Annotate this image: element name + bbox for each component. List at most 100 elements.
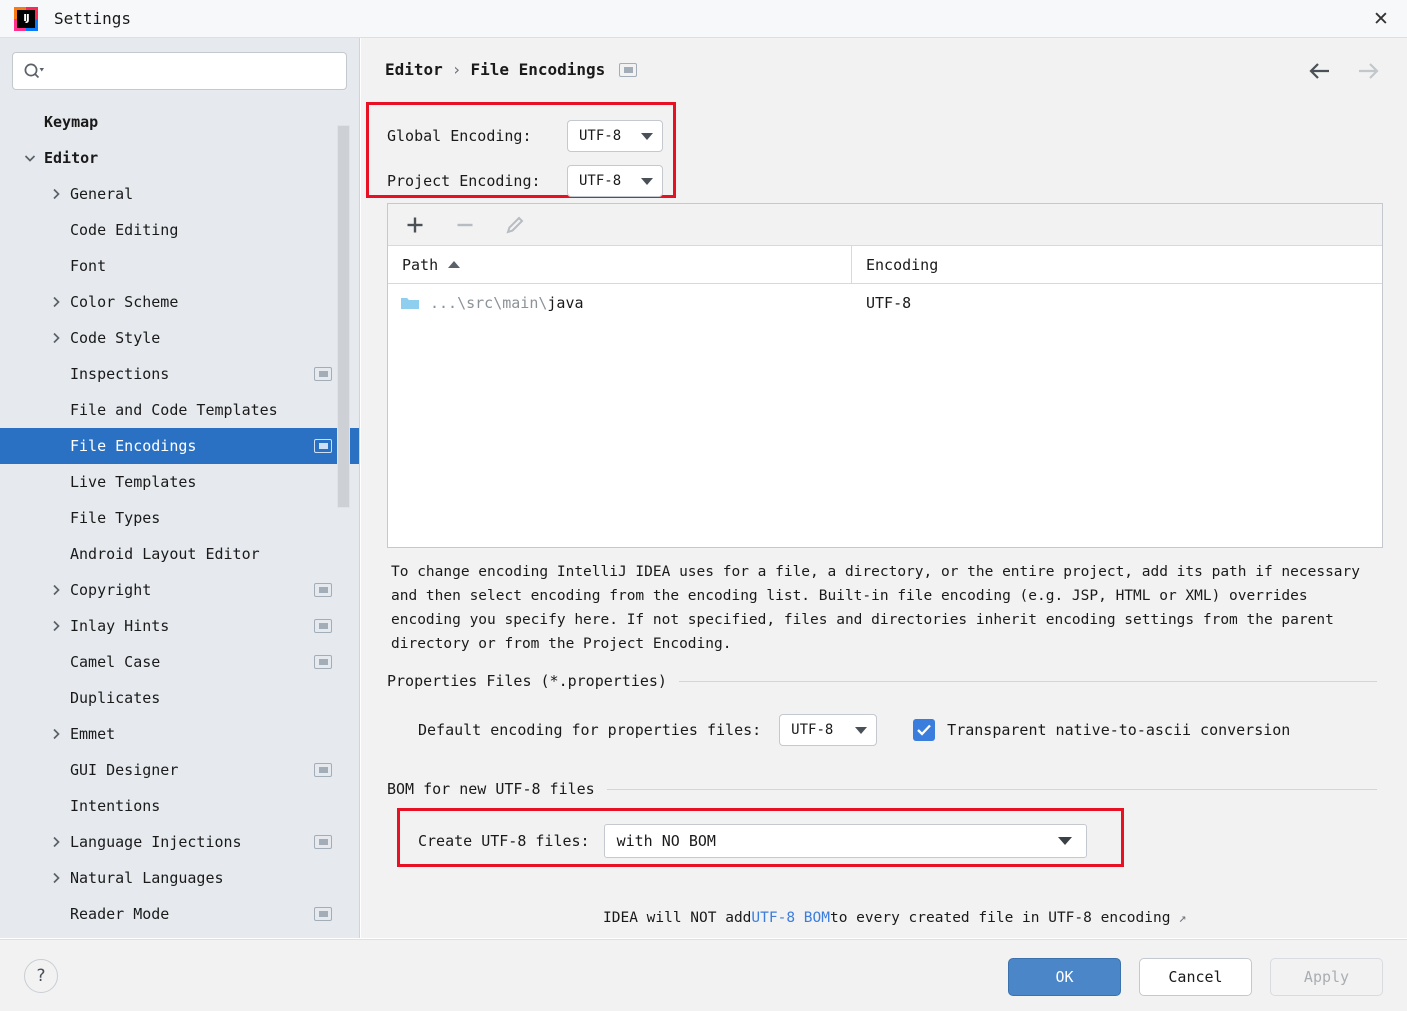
cancel-button[interactable]: Cancel <box>1139 958 1252 996</box>
column-header-encoding-label: Encoding <box>866 256 938 274</box>
breadcrumb-separator: › <box>452 60 462 79</box>
sidebar-item-label: File and Code Templates <box>70 401 278 419</box>
project-encoding-row: Project Encoding: UTF-8 <box>387 165 663 197</box>
title-bar: IJ Settings ✕ <box>0 0 1407 38</box>
sidebar-item-label: Keymap <box>44 113 98 131</box>
chevron-right-icon[interactable] <box>48 186 64 202</box>
sidebar-item-label: File Encodings <box>70 437 196 455</box>
sidebar-item-live-templates[interactable]: Live Templates <box>0 464 360 500</box>
sidebar-item-natural-languages[interactable]: Natural Languages <box>0 860 360 896</box>
global-encoding-select[interactable]: UTF-8 <box>567 120 663 152</box>
apply-button: Apply <box>1270 958 1383 996</box>
table-header-row: Path Encoding <box>388 246 1382 284</box>
sidebar-item-inlay-hints[interactable]: Inlay Hints <box>0 608 360 644</box>
create-utf8-files-select[interactable]: with NO BOM <box>604 824 1087 858</box>
navigation-arrows <box>1307 58 1381 84</box>
sidebar-item-file-types[interactable]: File Types <box>0 500 360 536</box>
default-properties-encoding-label: Default encoding for properties files: <box>418 721 761 739</box>
sidebar-item-label: Inspections <box>70 365 169 383</box>
sidebar-item-file-and-code-templates[interactable]: File and Code Templates <box>0 392 360 428</box>
sidebar-item-label: Code Editing <box>70 221 178 239</box>
window-title: Settings <box>54 9 131 28</box>
sidebar-item-font[interactable]: Font <box>0 248 360 284</box>
sidebar-item-file-encodings[interactable]: File Encodings <box>0 428 360 464</box>
search-input[interactable] <box>49 63 336 79</box>
add-path-button[interactable] <box>402 212 428 238</box>
sidebar-item-color-scheme[interactable]: Color Scheme <box>0 284 360 320</box>
search-box[interactable] <box>12 52 347 90</box>
create-utf8-files-row: Create UTF-8 files: with NO BOM <box>418 824 1087 858</box>
chevron-right-icon[interactable] <box>48 582 64 598</box>
sidebar-item-code-editing[interactable]: Code Editing <box>0 212 360 248</box>
help-button[interactable]: ? <box>24 959 58 993</box>
default-properties-encoding-select[interactable]: UTF-8 <box>779 714 877 746</box>
sidebar-scrollbar-thumb[interactable] <box>337 125 350 508</box>
sidebar-item-label: Language Injections <box>70 833 242 851</box>
chevron-down-icon <box>855 727 867 734</box>
chevron-down-icon <box>641 133 653 140</box>
sidebar-item-label: GUI Designer <box>70 761 178 779</box>
chevron-right-icon[interactable] <box>48 330 64 346</box>
sidebar-item-label: Camel Case <box>70 653 160 671</box>
sidebar-item-label: Copyright <box>70 581 151 599</box>
chevron-right-icon[interactable] <box>48 618 64 634</box>
project-scope-badge-icon <box>314 763 332 777</box>
remove-path-button[interactable] <box>452 212 478 238</box>
chevron-right-icon[interactable] <box>48 294 64 310</box>
sidebar-item-label: Color Scheme <box>70 293 178 311</box>
sidebar-item-copyright[interactable]: Copyright <box>0 572 360 608</box>
edit-path-button[interactable] <box>502 212 528 238</box>
sidebar-item-code-style[interactable]: Code Style <box>0 320 360 356</box>
ok-button[interactable]: OK <box>1008 958 1121 996</box>
chevron-down-icon <box>1058 837 1072 845</box>
settings-dialog: IJ Settings ✕ KeymapEditorGeneralCode Ed… <box>0 0 1407 1011</box>
cell-path-prefix: ...\src\main\ <box>430 294 547 312</box>
chevron-right-icon[interactable] <box>48 870 64 886</box>
sidebar-item-inspections[interactable]: Inspections <box>0 356 360 392</box>
folder-icon <box>400 295 420 311</box>
arrow-left-icon[interactable] <box>1307 58 1333 84</box>
project-scope-badge-icon <box>314 367 332 381</box>
table-row[interactable]: ...\src\main\javaUTF-8 <box>388 284 1382 322</box>
sidebar-item-android-layout-editor[interactable]: Android Layout Editor <box>0 536 360 572</box>
sidebar-item-emmet[interactable]: Emmet <box>0 716 360 752</box>
create-utf8-files-value: with NO BOM <box>617 832 716 850</box>
breadcrumb-parent[interactable]: Editor <box>385 60 443 79</box>
properties-files-group-title: Properties Files (*.properties) <box>387 672 1377 690</box>
sidebar-item-label: Natural Languages <box>70 869 224 887</box>
transparent-native-to-ascii-checkbox[interactable]: Transparent native-to-ascii conversion <box>913 719 1290 741</box>
search-icon <box>23 62 45 80</box>
sidebar-item-keymap[interactable]: Keymap <box>0 104 360 140</box>
arrow-right-icon[interactable] <box>1355 58 1381 84</box>
chevron-right-icon[interactable] <box>48 834 64 850</box>
sidebar-item-duplicates[interactable]: Duplicates <box>0 680 360 716</box>
chevron-right-icon[interactable] <box>48 726 64 742</box>
breadcrumb: Editor › File Encodings <box>385 60 637 79</box>
chevron-down-icon <box>641 178 653 185</box>
project-encoding-value: UTF-8 <box>579 173 621 189</box>
column-header-encoding[interactable]: Encoding <box>852 246 938 283</box>
sidebar-item-label: Reader Mode <box>70 905 169 923</box>
project-scope-badge-icon <box>314 835 332 849</box>
bom-note-link[interactable]: UTF-8 BOM <box>751 910 830 926</box>
column-header-path[interactable]: Path <box>388 246 852 283</box>
sidebar-item-gui-designer[interactable]: GUI Designer <box>0 752 360 788</box>
sidebar-item-label: Live Templates <box>70 473 196 491</box>
chevron-down-icon[interactable] <box>22 150 38 166</box>
sidebar-item-label: Emmet <box>70 725 115 743</box>
close-icon[interactable]: ✕ <box>1355 0 1407 37</box>
default-properties-encoding-row: Default encoding for properties files: U… <box>418 714 1290 746</box>
sidebar-item-language-injections[interactable]: Language Injections <box>0 824 360 860</box>
search-container <box>0 38 359 90</box>
sidebar-item-intentions[interactable]: Intentions <box>0 788 360 824</box>
project-encoding-select[interactable]: UTF-8 <box>567 165 663 197</box>
sidebar-item-reader-mode[interactable]: Reader Mode <box>0 896 360 932</box>
sidebar-item-editor[interactable]: Editor <box>0 140 360 176</box>
breadcrumb-current: File Encodings <box>470 60 605 79</box>
global-encoding-row: Global Encoding: UTF-8 <box>387 120 663 152</box>
bom-note-prefix: IDEA will NOT add <box>603 910 751 926</box>
dialog-footer: ? OK Cancel Apply <box>0 939 1407 1011</box>
sidebar-item-general[interactable]: General <box>0 176 360 212</box>
sidebar-item-camel-case[interactable]: Camel Case <box>0 644 360 680</box>
sidebar-item-label: Intentions <box>70 797 160 815</box>
